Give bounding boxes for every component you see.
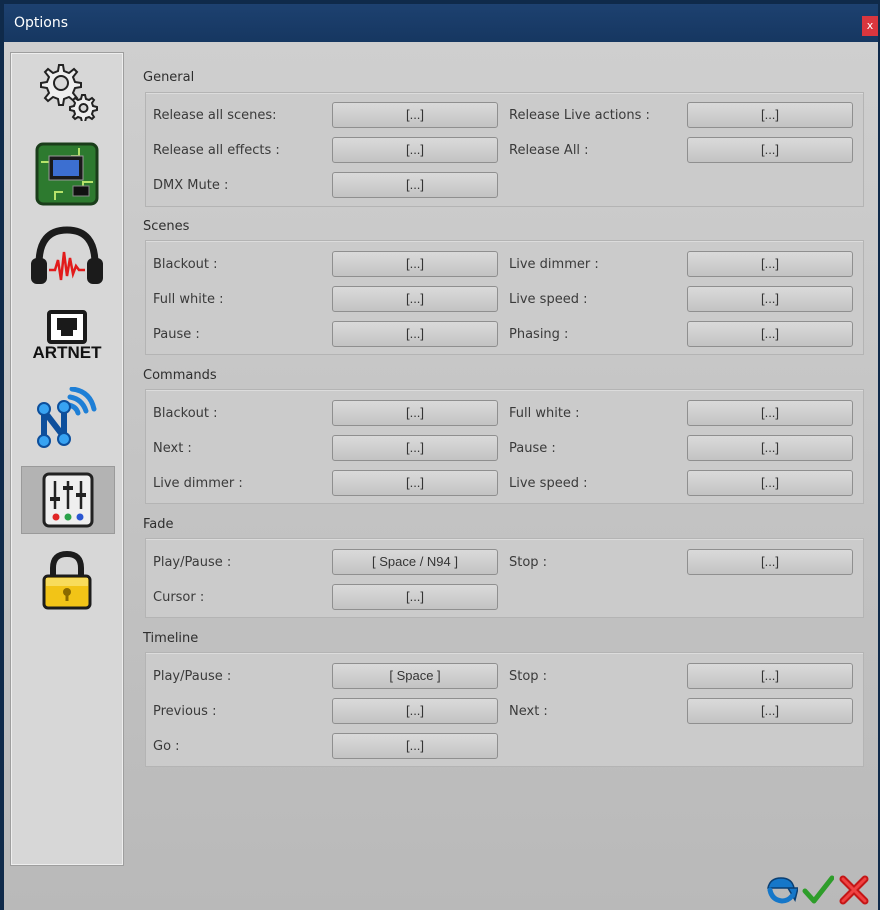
label-fade-play-pause: Play/Pause : xyxy=(153,555,232,570)
wireless-network-icon xyxy=(37,387,97,448)
shortcut-release-live-actions[interactable]: [...] xyxy=(687,102,853,128)
label-release-all: Release All : xyxy=(509,143,589,158)
group-timeline: Play/Pause : [ Space ] Stop : [...] Prev… xyxy=(145,652,864,767)
shortcut-timeline-previous[interactable]: [...] xyxy=(332,698,498,724)
shortcut-scenes-live-speed[interactable]: [...] xyxy=(687,286,853,312)
label-timeline-stop: Stop : xyxy=(509,669,548,684)
shortcut-timeline-stop[interactable]: [...] xyxy=(687,663,853,689)
options-content: ARTNET General Release all scenes: [...]… xyxy=(4,42,878,910)
shortcut-fade-play-pause[interactable]: [ Space / N94 ] xyxy=(332,549,498,575)
label-release-all-scenes: Release all scenes: xyxy=(153,108,277,123)
title-bar: Options x xyxy=(4,4,878,42)
group-fade: Play/Pause : [ Space / N94 ] Stop : [...… xyxy=(145,538,864,618)
group-commands: Blackout : [...] Full white : [...] Next… xyxy=(145,389,864,504)
group-scenes: Blackout : [...] Live dimmer : [...] Ful… xyxy=(145,240,864,355)
section-title-scenes: Scenes xyxy=(143,219,190,234)
label-commands-live-speed: Live speed : xyxy=(509,476,588,491)
gears-icon xyxy=(40,64,98,121)
label-scenes-blackout: Blackout : xyxy=(153,257,218,272)
circuit-board-icon xyxy=(35,142,99,206)
shortcut-timeline-play-pause[interactable]: [ Space ] xyxy=(332,663,498,689)
label-timeline-play-pause: Play/Pause : xyxy=(153,669,232,684)
label-commands-full-white: Full white : xyxy=(509,406,580,421)
shortcut-release-all[interactable]: [...] xyxy=(687,137,853,163)
cancel-x-icon[interactable] xyxy=(838,874,870,906)
label-fade-cursor: Cursor : xyxy=(153,590,205,605)
label-commands-blackout: Blackout : xyxy=(153,406,218,421)
shortcut-scenes-live-dimmer[interactable]: [...] xyxy=(687,251,853,277)
shortcut-commands-live-dimmer[interactable]: [...] xyxy=(332,470,498,496)
artnet-icon xyxy=(47,310,87,344)
window-title: Options xyxy=(14,15,69,31)
label-commands-live-dimmer: Live dimmer : xyxy=(153,476,243,491)
shortcut-scenes-blackout[interactable]: [...] xyxy=(332,251,498,277)
shortcut-dmx-mute[interactable]: [...] xyxy=(332,172,498,198)
headphones-audio-icon xyxy=(31,226,103,284)
label-release-all-effects: Release all effects : xyxy=(153,143,280,158)
label-timeline-next: Next : xyxy=(509,704,548,719)
section-title-fade: Fade xyxy=(143,517,174,532)
label-timeline-previous: Previous : xyxy=(153,704,217,719)
shortcut-timeline-go[interactable]: [...] xyxy=(332,733,498,759)
label-commands-pause: Pause : xyxy=(509,441,556,456)
label-scenes-live-speed: Live speed : xyxy=(509,292,588,307)
options-sidebar: ARTNET xyxy=(10,52,124,866)
shortcut-release-all-scenes[interactable]: [...] xyxy=(332,102,498,128)
shortcut-scenes-phasing[interactable]: [...] xyxy=(687,321,853,347)
shortcut-scenes-full-white[interactable]: [...] xyxy=(332,286,498,312)
artnet-label: ARTNET xyxy=(32,343,102,362)
label-release-live-actions: Release Live actions : xyxy=(509,108,650,123)
shortcut-commands-next[interactable]: [...] xyxy=(332,435,498,461)
reset-icon[interactable] xyxy=(764,874,798,906)
options-window: Options x ARTNET General Release all sce… xyxy=(4,4,878,910)
sidebar-item-hardware[interactable] xyxy=(21,141,113,207)
section-title-commands: Commands xyxy=(143,368,217,383)
sidebar-item-network[interactable] xyxy=(21,385,113,451)
section-title-timeline: Timeline xyxy=(143,631,199,646)
label-scenes-live-dimmer: Live dimmer : xyxy=(509,257,599,272)
shortcut-commands-live-speed[interactable]: [...] xyxy=(687,470,853,496)
sidebar-item-shortcuts[interactable] xyxy=(21,466,115,534)
shortcut-commands-pause[interactable]: [...] xyxy=(687,435,853,461)
sidebar-item-artnet[interactable]: ARTNET xyxy=(21,303,113,369)
section-title-general: General xyxy=(143,70,195,85)
label-scenes-full-white: Full white : xyxy=(153,292,224,307)
label-commands-next: Next : xyxy=(153,441,192,456)
footer-actions xyxy=(764,874,870,906)
label-scenes-pause: Pause : xyxy=(153,327,200,342)
sidebar-item-security[interactable] xyxy=(21,547,113,613)
label-timeline-go: Go : xyxy=(153,739,180,754)
shortcut-release-all-effects[interactable]: [...] xyxy=(332,137,498,163)
shortcut-timeline-next[interactable]: [...] xyxy=(687,698,853,724)
confirm-check-icon[interactable] xyxy=(802,874,834,906)
sidebar-item-general[interactable] xyxy=(21,57,113,123)
group-general: Release all scenes: [...] Release Live a… xyxy=(145,92,864,207)
close-button[interactable]: x xyxy=(862,16,878,36)
label-fade-stop: Stop : xyxy=(509,555,548,570)
mixer-sliders-icon xyxy=(42,472,94,528)
shortcut-fade-stop[interactable]: [...] xyxy=(687,549,853,575)
shortcut-commands-blackout[interactable]: [...] xyxy=(332,400,498,426)
padlock-icon xyxy=(42,550,92,610)
label-dmx-mute: DMX Mute : xyxy=(153,178,229,193)
shortcut-scenes-pause[interactable]: [...] xyxy=(332,321,498,347)
shortcut-fade-cursor[interactable]: [...] xyxy=(332,584,498,610)
sidebar-item-audio[interactable] xyxy=(21,223,113,289)
label-scenes-phasing: Phasing : xyxy=(509,327,569,342)
shortcut-commands-full-white[interactable]: [...] xyxy=(687,400,853,426)
